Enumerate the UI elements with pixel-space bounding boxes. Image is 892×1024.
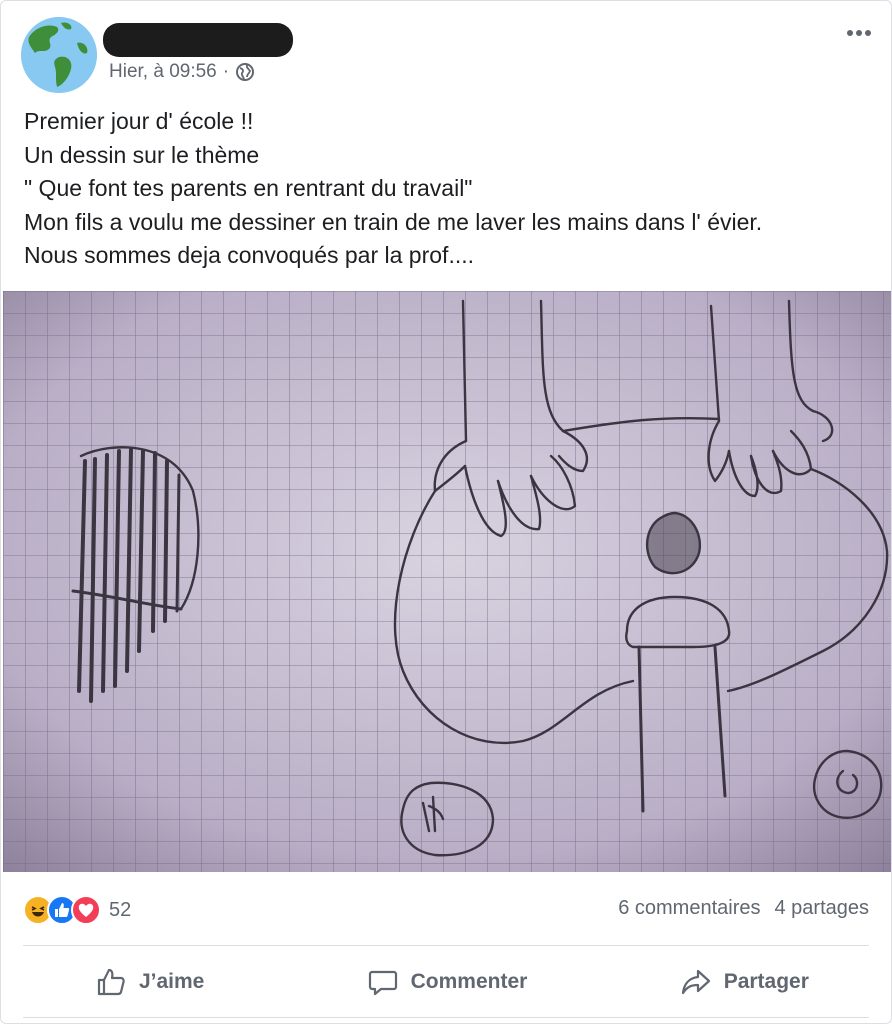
post-meta: Hier, à 09:56 · bbox=[109, 60, 255, 84]
post-text-line: Un dessin sur le thème bbox=[24, 141, 260, 168]
comment-label: Commenter bbox=[410, 970, 528, 993]
dot bbox=[865, 30, 871, 36]
love-icon bbox=[71, 895, 101, 925]
globe-icon bbox=[236, 63, 255, 81]
meta-separator: · bbox=[222, 61, 230, 82]
dot bbox=[847, 30, 853, 36]
divider bbox=[23, 945, 869, 946]
more-options-button[interactable] bbox=[841, 21, 877, 45]
post-stats: 52 6 commentaires 4 partages bbox=[1, 885, 892, 933]
dot bbox=[856, 30, 862, 36]
post-text-line: Nous sommes deja convoqués par la prof..… bbox=[24, 242, 475, 268]
reaction-count: 52 bbox=[109, 898, 132, 921]
avatar[interactable] bbox=[21, 17, 97, 93]
earth-icon bbox=[21, 17, 97, 93]
drawing-image bbox=[3, 291, 891, 872]
share-icon bbox=[681, 969, 710, 995]
engagement-counts: 6 commentaires 4 partages bbox=[618, 897, 869, 920]
divider bbox=[23, 1017, 869, 1018]
like-button[interactable]: J’aime bbox=[1, 953, 298, 1011]
thumbs-up-icon bbox=[97, 968, 125, 996]
comment-icon bbox=[368, 970, 397, 996]
post-text-line: " Que font tes parents en rentrant du tr… bbox=[24, 175, 473, 201]
shares-count-link[interactable]: 4 partages bbox=[774, 897, 869, 920]
facebook-post: Hier, à 09:56 · Premier jour d' école !!… bbox=[0, 0, 892, 1024]
like-label: J’aime bbox=[138, 970, 205, 993]
comments-count-link[interactable]: 6 commentaires bbox=[618, 897, 760, 920]
reactions-summary[interactable]: 52 bbox=[23, 895, 131, 925]
post-timestamp[interactable]: Hier, à 09:56 bbox=[109, 61, 217, 83]
post-photo[interactable] bbox=[3, 291, 891, 872]
post-text: Premier jour d' école !! Un dessin sur l… bbox=[24, 105, 874, 273]
share-button[interactable]: Partager bbox=[596, 953, 892, 1011]
post-header: Hier, à 09:56 · bbox=[1, 1, 892, 101]
comment-button[interactable]: Commenter bbox=[298, 953, 595, 1011]
post-text-line: Mon fils a voulu me dessiner en train de… bbox=[24, 208, 763, 235]
post-text-line: Premier jour d' école !! bbox=[24, 108, 254, 134]
redacted-author-name bbox=[103, 23, 293, 57]
share-label: Partager bbox=[723, 970, 809, 993]
post-actions: J’aime Commenter Partager bbox=[1, 953, 892, 1011]
